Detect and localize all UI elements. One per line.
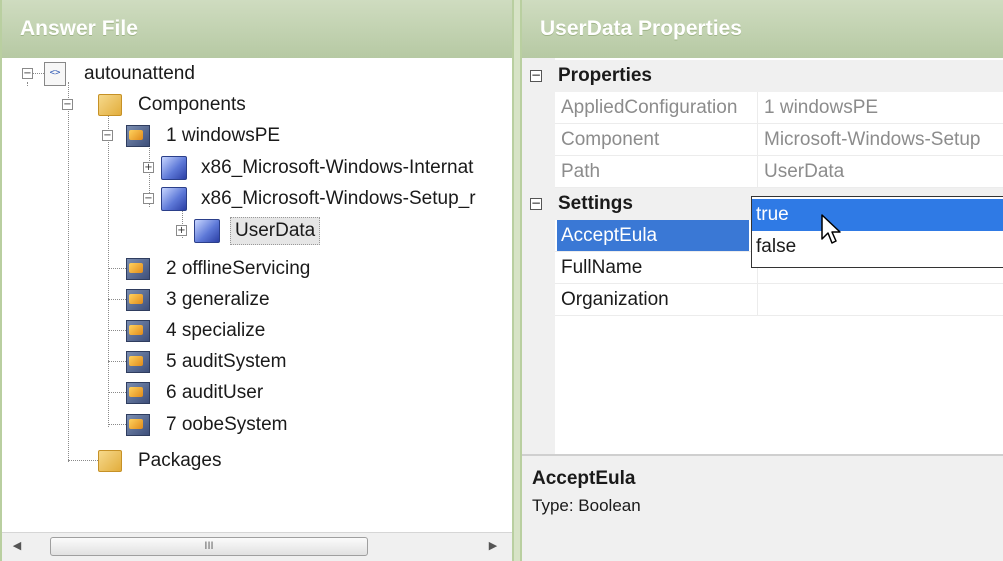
component-cube-icon	[161, 186, 187, 211]
tree-node-international-component[interactable]: + x86_Microsoft-Windows-Internat	[143, 152, 477, 183]
property-name: FullName	[561, 257, 643, 278]
config-pass-icon	[126, 124, 150, 147]
tree-node-label: 5 auditSystem	[166, 350, 287, 372]
tree-node-label: 1 windowsPE	[166, 124, 281, 146]
category-properties[interactable]: − Properties	[522, 60, 1003, 92]
collapse-toggle[interactable]: −	[22, 68, 33, 79]
property-value: Microsoft-Windows-Setup	[757, 124, 1003, 155]
tree-node-pass[interactable]: 7 oobeSystem	[108, 409, 291, 440]
description-panel: AcceptEula Type: Boolean	[522, 454, 1003, 561]
expand-toggle[interactable]: +	[176, 225, 187, 236]
property-name: Path	[561, 161, 601, 182]
tree-node-label: 2 offlineServicing	[166, 257, 311, 279]
component-cube-icon	[161, 155, 187, 180]
tree-node-windowspe[interactable]: − 1 windowsPE	[102, 120, 284, 151]
tree-node-pass[interactable]: 4 specialize	[108, 315, 269, 346]
grid-gutter	[522, 58, 555, 454]
tree-node-userdata[interactable]: + UserData	[176, 215, 321, 246]
tree-line	[108, 330, 126, 331]
tree-node-setup-component[interactable]: − x86_Microsoft-Windows-Setup_r	[143, 183, 480, 214]
collapse-toggle[interactable]: −	[102, 130, 113, 141]
scrollbar-thumb[interactable]: III	[50, 537, 368, 556]
tree-node-autounattend[interactable]: − <> autounattend	[22, 58, 199, 89]
property-row[interactable]: Path UserData	[555, 156, 1003, 188]
properties-header: UserData Properties	[522, 0, 1003, 58]
tree-node-components[interactable]: − Components	[62, 89, 250, 120]
scroll-right-arrow-icon[interactable]: ▶	[486, 539, 500, 553]
config-pass-icon	[126, 319, 150, 342]
tree-line	[108, 361, 126, 362]
tree-node-label: x86_Microsoft-Windows-Setup_r	[201, 187, 476, 209]
config-pass-icon	[126, 413, 150, 436]
scroll-left-arrow-icon[interactable]: ◀	[10, 539, 24, 553]
tree-node-pass[interactable]: 3 generalize	[108, 284, 274, 315]
answer-file-header: Answer File	[2, 0, 512, 58]
description-title: AcceptEula	[532, 468, 636, 489]
collapse-toggle[interactable]: −	[530, 69, 542, 82]
description-text: Type: Boolean	[532, 496, 641, 515]
tree-line	[108, 424, 126, 425]
tree-node-label: Packages	[138, 449, 222, 471]
tree-node-label: 7 oobeSystem	[166, 413, 288, 435]
tree-line	[108, 392, 126, 393]
tree-line	[68, 82, 69, 462]
tree-node-pass[interactable]: 2 offlineServicing	[108, 253, 314, 284]
tree-node-pass[interactable]: 6 auditUser	[108, 377, 267, 408]
folder-icon	[98, 93, 122, 116]
property-row[interactable]: Component Microsoft-Windows-Setup	[555, 124, 1003, 156]
tree-node-pass[interactable]: 5 auditSystem	[108, 346, 290, 377]
dropdown-option-true[interactable]: true	[752, 199, 1003, 231]
config-pass-icon	[126, 257, 150, 280]
property-name: Organization	[561, 289, 669, 310]
tree-node-label: Components	[138, 93, 246, 115]
dropdown-option-false[interactable]: false	[752, 231, 1003, 263]
tree-node-label: autounattend	[84, 62, 195, 84]
tree-node-label: x86_Microsoft-Windows-Internat	[201, 156, 474, 178]
tree-node-label: 6 auditUser	[166, 381, 264, 403]
category-label: Settings	[558, 193, 633, 214]
property-row-organization[interactable]: Organization	[555, 284, 1003, 316]
property-value: UserData	[757, 156, 1003, 187]
tree-node-packages[interactable]: Packages	[98, 445, 225, 476]
expand-toggle[interactable]: +	[143, 162, 154, 173]
property-value: 1 windowsPE	[757, 92, 1003, 123]
collapse-toggle[interactable]: −	[143, 193, 154, 204]
tree-node-label: 3 generalize	[166, 288, 270, 310]
category-label: Properties	[558, 65, 652, 86]
collapse-toggle[interactable]: −	[62, 99, 73, 110]
horizontal-scrollbar[interactable]: ◀ III ▶	[2, 532, 512, 561]
xml-file-icon: <>	[44, 61, 66, 86]
tree-line	[108, 268, 126, 269]
answer-file-tree: − <> autounattend − Components − 1 windo…	[2, 58, 512, 533]
property-row[interactable]: AppliedConfiguration 1 windowsPE	[555, 92, 1003, 124]
config-pass-icon	[126, 288, 150, 311]
scrollbar-grip: III	[204, 540, 214, 552]
component-cube-icon	[194, 218, 220, 243]
boolean-dropdown-list[interactable]: true false	[751, 196, 1003, 268]
property-name: AcceptEula	[557, 220, 749, 251]
config-pass-icon	[126, 381, 150, 404]
property-value[interactable]	[757, 284, 1003, 315]
property-name: AppliedConfiguration	[561, 97, 738, 118]
answer-file-pane: Answer File − <> autounattend − Componen…	[0, 0, 514, 561]
mouse-pointer-icon	[821, 214, 841, 244]
config-pass-icon	[126, 350, 150, 373]
tree-node-label: UserData	[230, 216, 321, 245]
properties-pane: UserData Properties − Properties Applied…	[520, 0, 1003, 561]
property-name: Component	[561, 129, 660, 150]
tree-node-label: 4 specialize	[166, 319, 266, 341]
folder-icon	[98, 449, 122, 472]
tree-line	[108, 299, 126, 300]
collapse-toggle[interactable]: −	[530, 197, 542, 210]
tree-line	[68, 460, 98, 461]
